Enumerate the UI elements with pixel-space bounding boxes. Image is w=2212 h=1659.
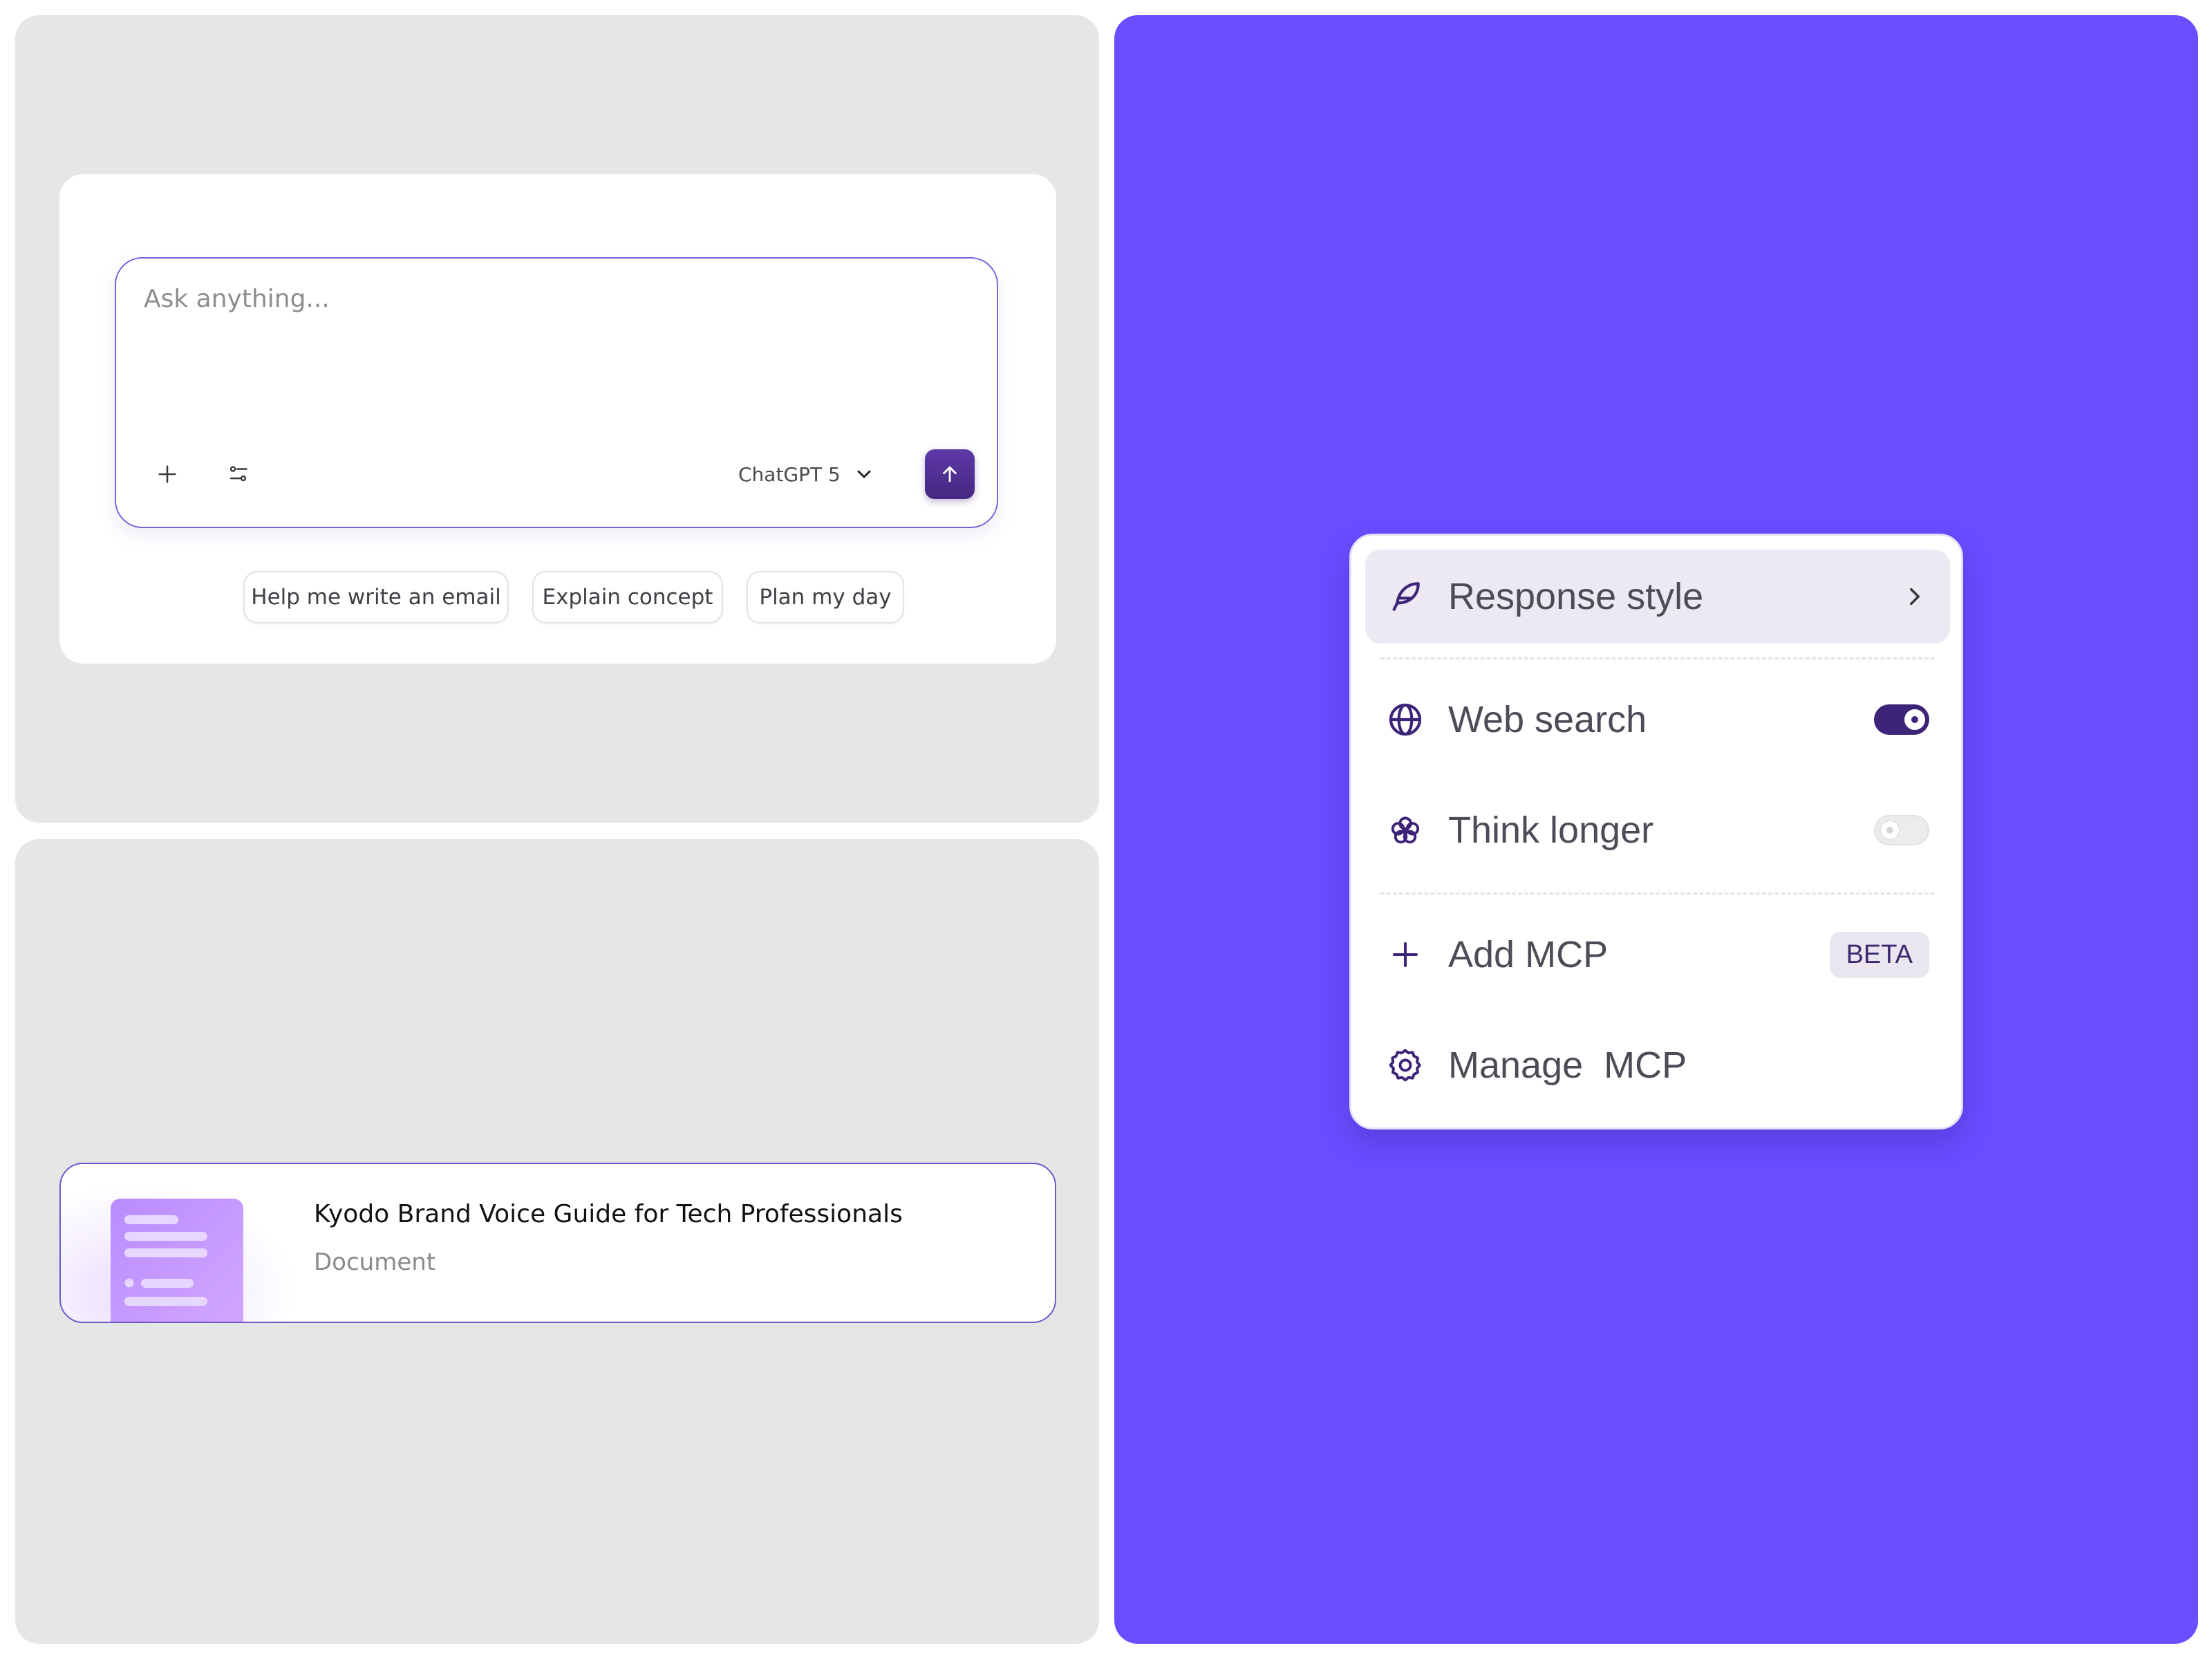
- think-longer-toggle[interactable]: [1874, 815, 1929, 845]
- toggle-knob: [1880, 820, 1900, 841]
- document-showcase-panel: Kyodo Brand Voice Guide for Tech Profess…: [15, 839, 1099, 1644]
- prompt-input[interactable]: [142, 283, 961, 411]
- document-title: Kyodo Brand Voice Guide for Tech Profess…: [314, 1200, 903, 1228]
- menu-item-label: Manage MCP: [1448, 1044, 1687, 1086]
- document-type: Document: [314, 1248, 436, 1276]
- menu-item-manage-mcp[interactable]: Manage MCP: [1365, 1018, 1950, 1112]
- menu-divider: [1380, 657, 1935, 659]
- suggestion-chip[interactable]: Explain concept: [532, 571, 723, 624]
- suggestion-chip[interactable]: Plan my day: [747, 571, 904, 624]
- gear-icon: [1389, 1049, 1421, 1082]
- feather-icon: [1392, 582, 1420, 611]
- chevron-down-icon: [857, 470, 871, 478]
- composer-card: ChatGPT 5 Help me write an email Explain…: [59, 174, 1056, 664]
- model-label: ChatGPT 5: [738, 462, 841, 486]
- suggestion-chips: Help me write an email Explain concept P…: [59, 571, 1056, 626]
- send-button[interactable]: [925, 449, 975, 499]
- plus-icon: [158, 465, 176, 483]
- suggestion-chip[interactable]: Help me write an email: [243, 571, 509, 624]
- beta-badge: BETA: [1829, 931, 1929, 978]
- composer-showcase-panel: ChatGPT 5 Help me write an email Explain…: [15, 15, 1099, 823]
- menu-item-add-mcp[interactable]: Add MCP BETA: [1365, 908, 1950, 1002]
- menu-item-think-longer[interactable]: Think longer: [1365, 783, 1950, 877]
- menu-divider: [1380, 892, 1935, 894]
- menu-item-label: Response style: [1448, 576, 1704, 617]
- menu-item-label: Add MCP: [1448, 934, 1609, 975]
- chat-composer: ChatGPT 5: [115, 257, 998, 528]
- brain-icon: [1391, 816, 1420, 844]
- options-menu: Response style Web search Think longer A…: [1349, 534, 1963, 1130]
- model-selector[interactable]: ChatGPT 5: [738, 455, 875, 494]
- menu-item-web-search[interactable]: Web search: [1365, 673, 1950, 767]
- document-card[interactable]: Kyodo Brand Voice Guide for Tech Profess…: [59, 1163, 1056, 1323]
- menu-item-label: Web search: [1448, 699, 1647, 740]
- chevron-right-icon: [1910, 588, 1920, 606]
- web-search-toggle[interactable]: [1874, 704, 1929, 735]
- globe-icon: [1389, 703, 1422, 736]
- menu-item-response-style[interactable]: Response style: [1365, 550, 1950, 644]
- plus-icon: [1393, 942, 1418, 967]
- attach-button[interactable]: [145, 452, 189, 496]
- sliders-icon: [229, 466, 247, 482]
- arrow-up-icon: [943, 466, 957, 482]
- menu-showcase-panel: Response style Web search Think longer A…: [1114, 15, 2198, 1644]
- menu-item-label: Think longer: [1448, 809, 1654, 851]
- toggle-knob: [1904, 709, 1925, 730]
- document-thumbnail-icon: [111, 1199, 243, 1322]
- tools-button[interactable]: [217, 452, 261, 496]
